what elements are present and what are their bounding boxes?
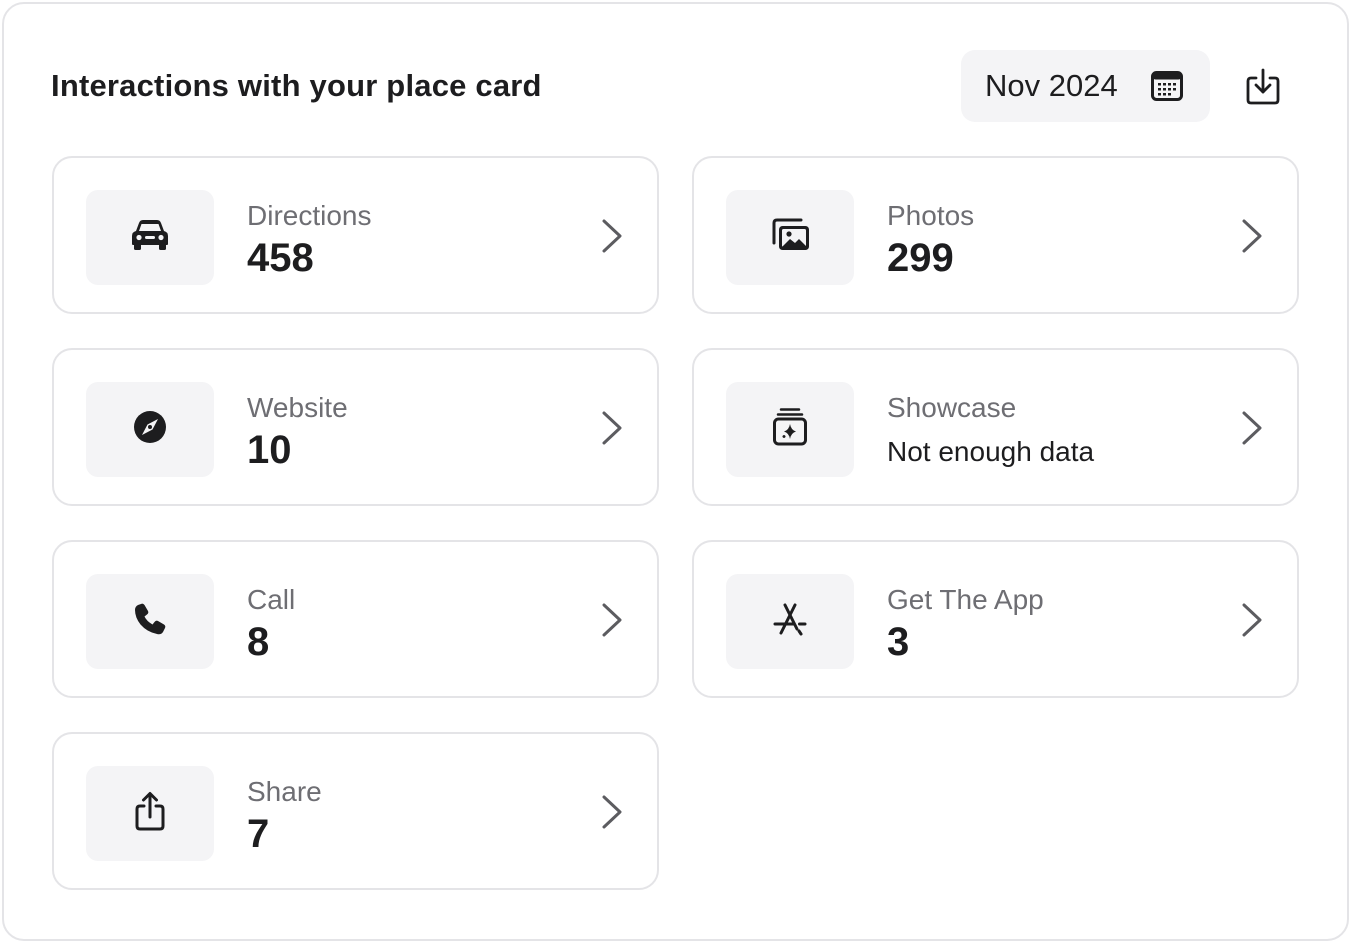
card-label: Photos — [887, 200, 975, 231]
icon-box — [86, 190, 214, 285]
directions-card[interactable]: Directions 458 — [52, 156, 659, 314]
card-value: 3 — [887, 620, 910, 664]
icon-box — [726, 382, 854, 477]
icon-box — [86, 382, 214, 477]
download-icon — [1245, 68, 1281, 109]
card-label: Share — [247, 776, 322, 807]
chevron-right-icon — [1241, 602, 1263, 638]
calendar-icon — [1151, 71, 1183, 106]
chevron-right-icon — [601, 794, 623, 830]
chevron-right-icon — [1241, 410, 1263, 446]
icon-box — [86, 574, 214, 669]
call-card[interactable]: Call 8 — [52, 540, 659, 698]
card-value: 7 — [247, 812, 270, 856]
car-icon — [130, 219, 170, 256]
card-value: 299 — [887, 236, 954, 280]
share-icon — [134, 791, 166, 836]
card-value: 458 — [247, 236, 314, 280]
card-value: 8 — [247, 620, 270, 664]
share-card[interactable]: Share 7 — [52, 732, 659, 890]
photos-card[interactable]: Photos 299 — [692, 156, 1299, 314]
website-card[interactable]: Website 10 — [52, 348, 659, 506]
card-label: Call — [247, 584, 296, 615]
get-the-app-card[interactable]: Get The App 3 — [692, 540, 1299, 698]
card-value: 10 — [247, 428, 292, 472]
card-value: Not enough data — [887, 436, 1095, 467]
page-title: Interactions with your place card — [51, 68, 542, 103]
showcase-icon — [772, 407, 808, 452]
card-label: Get The App — [887, 584, 1044, 615]
chevron-right-icon — [1241, 218, 1263, 254]
chevron-right-icon — [601, 218, 623, 254]
card-label: Website — [247, 392, 348, 423]
icon-box — [726, 574, 854, 669]
card-label: Directions — [247, 200, 372, 231]
date-picker-button[interactable]: Nov 2024 — [961, 50, 1210, 122]
download-button[interactable] — [1245, 67, 1281, 105]
app-store-icon — [772, 602, 808, 641]
chevron-right-icon — [601, 410, 623, 446]
showcase-card[interactable]: Showcase Not enough data — [692, 348, 1299, 506]
card-label: Showcase — [887, 392, 1017, 423]
icon-box — [726, 190, 854, 285]
chevron-right-icon — [601, 602, 623, 638]
compass-icon — [133, 410, 167, 449]
phone-icon — [133, 602, 167, 641]
date-label: Nov 2024 — [985, 68, 1118, 103]
photos-icon — [769, 218, 811, 257]
icon-box — [86, 766, 214, 861]
